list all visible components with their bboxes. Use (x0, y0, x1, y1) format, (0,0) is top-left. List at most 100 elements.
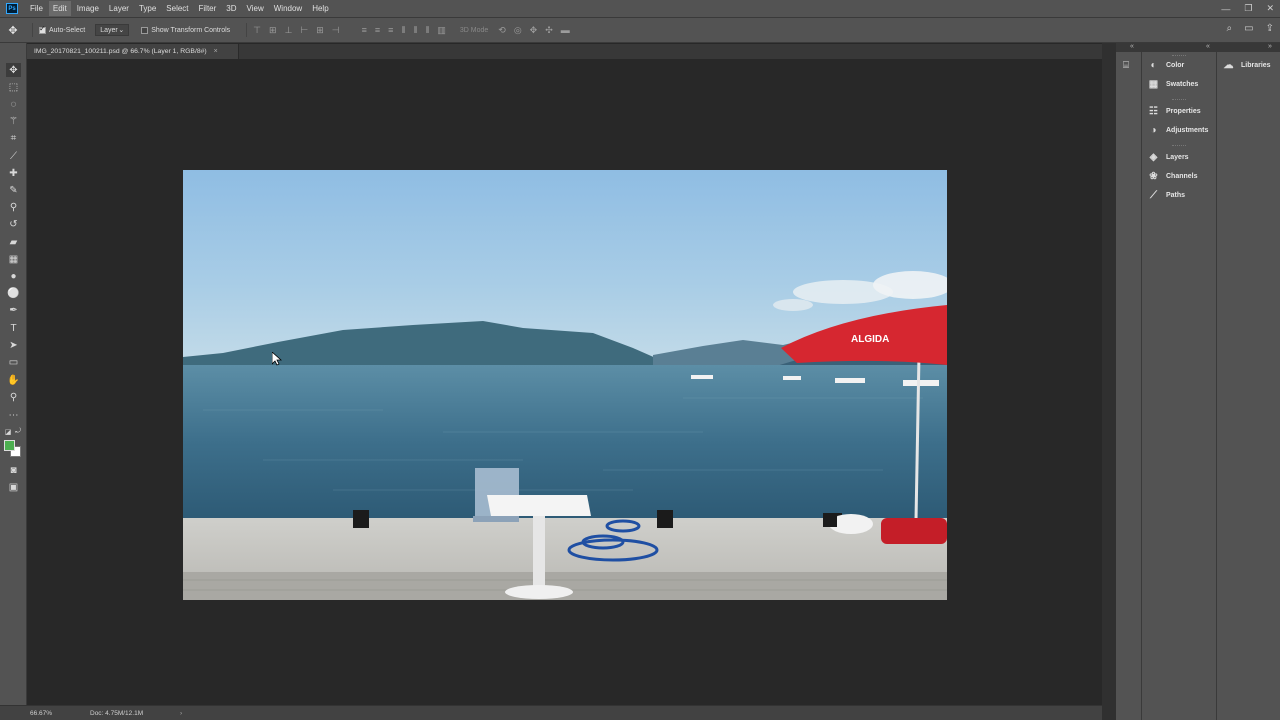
menu-3d[interactable]: 3D (222, 1, 240, 16)
menu-window[interactable]: Window (270, 1, 306, 16)
rectangle-tool-icon[interactable]: ▭ (6, 355, 21, 369)
history-brush-icon[interactable]: ↺ (6, 217, 21, 231)
panel-color[interactable]: ◐ Color (1148, 58, 1184, 72)
type-tool-icon[interactable]: T (6, 321, 21, 335)
move-tool-icon[interactable]: ✥ (6, 63, 21, 77)
panel-dock: ◐ Color ▦ Swatches ☷ Properties ◑ Adjust… (1142, 52, 1217, 720)
more-tools-icon[interactable]: ⋯ (6, 408, 21, 422)
brush-icon[interactable]: ✎ (6, 183, 21, 197)
restore-icon[interactable]: ❐ (1244, 3, 1252, 14)
magic-wand-icon[interactable]: ⚚ (6, 114, 21, 128)
show-transform-controls-checkbox[interactable]: Show Transform Controls (141, 26, 231, 34)
swatches-grid-icon: ▦ (1148, 78, 1159, 90)
pen-icon[interactable]: ✒ (6, 303, 21, 317)
eraser-icon[interactable]: ▰ (6, 235, 21, 249)
screen-mode-icon[interactable]: ▣ (6, 480, 21, 494)
menu-bar: Ps File Edit Image Layer Type Select Fil… (0, 0, 1280, 17)
mouse-cursor-icon (272, 352, 282, 366)
healing-brush-icon[interactable]: ✚ (6, 166, 21, 180)
panel-label: Properties (1166, 107, 1201, 115)
panel-libraries[interactable]: ☁ Libraries (1223, 58, 1271, 72)
menu-type[interactable]: Type (135, 1, 160, 16)
distribute-left-icon[interactable]: ⦀ (401, 25, 405, 36)
show-transform-controls-label: Show Transform Controls (151, 26, 231, 34)
distribute-right-icon[interactable]: ⦀ (425, 25, 429, 36)
search-icon[interactable]: ⌕ (1227, 23, 1233, 34)
move-tool-icon[interactable]: ✥ (0, 24, 26, 37)
menu-file[interactable]: File (26, 1, 47, 16)
options-bar: ✥ Auto-Select Layer ⌄ Show Transform Con… (0, 17, 1280, 43)
document-image[interactable]: ALGIDA (183, 170, 947, 600)
lasso-icon[interactable]: ◌ (6, 97, 21, 111)
panel-layers[interactable]: ◈ Layers (1148, 150, 1189, 164)
document-tab[interactable]: IMG_20170821_100211.psd @ 66.7% (Layer 1… (27, 44, 239, 59)
dodge-icon[interactable]: ⚪ (6, 286, 21, 300)
auto-select-target-dropdown[interactable]: Layer ⌄ (95, 24, 130, 36)
zoom-level-field[interactable]: 66.67% (30, 710, 58, 717)
panel-icon-strip: ⌸ (1116, 52, 1142, 720)
distribute-top-icon[interactable]: ≡ (362, 25, 367, 35)
swap-colors-icon[interactable]: ⤾ (13, 425, 23, 439)
auto-align-icon[interactable]: ▥ (437, 25, 446, 36)
status-bar: 66.67% Doc: 4.75M/12.1M › (0, 705, 1102, 720)
menu-edit[interactable]: Edit (48, 1, 71, 16)
quick-mask-icon[interactable]: ◙ (6, 463, 21, 477)
align-left-edges-icon[interactable]: ⊢ (300, 25, 308, 36)
history-panel-icon[interactable]: ⌸ (1123, 60, 1129, 71)
align-top-edges-icon[interactable]: ⊤ (253, 25, 261, 36)
panel-paths[interactable]: ⟋ Paths (1148, 188, 1185, 202)
foreground-color-swatch[interactable] (4, 440, 15, 451)
share-icon[interactable]: ⇪ (1266, 23, 1274, 34)
collapse-arrows-icon[interactable]: « (1130, 43, 1134, 50)
crop-icon[interactable]: ⌗ (6, 131, 21, 145)
panel-swatches[interactable]: ▦ Swatches (1148, 77, 1199, 91)
rectangular-marquee-icon[interactable]: ⬚ (6, 80, 21, 94)
panel-properties[interactable]: ☷ Properties (1148, 104, 1201, 118)
close-icon[interactable]: × (214, 48, 218, 55)
checkbox-checked-icon[interactable] (39, 24, 46, 34)
menu-select[interactable]: Select (162, 1, 192, 16)
panel-grip[interactable] (1172, 99, 1186, 100)
checkbox-unchecked-icon[interactable] (141, 26, 149, 34)
blur-icon[interactable]: ● (6, 269, 21, 283)
panel-channels[interactable]: ❀ Channels (1148, 169, 1197, 183)
menu-view[interactable]: View (243, 1, 268, 16)
distribute-bottom-icon[interactable]: ≡ (388, 25, 393, 35)
align-vertical-centers-icon[interactable]: ⊞ (269, 25, 277, 36)
3d-slide-icon[interactable]: ✣ (545, 25, 553, 36)
distribute-hcenter-icon[interactable]: ⦀ (413, 25, 417, 36)
auto-select-checkbox[interactable]: Auto-Select (39, 24, 85, 34)
harbor-photo: ALGIDA (183, 170, 947, 600)
zoom-icon[interactable]: ⚲ (6, 390, 21, 404)
status-menu-arrow[interactable]: › (180, 710, 182, 717)
workspace-icon[interactable]: ▭ (1244, 23, 1253, 34)
hand-icon[interactable]: ✋ (6, 373, 21, 387)
panel-adjustments[interactable]: ◑ Adjustments (1148, 123, 1208, 137)
path-selection-icon[interactable]: ➤ (6, 338, 21, 352)
3d-pan-icon[interactable]: ✥ (530, 25, 538, 36)
color-wheel-icon: ◐ (1150, 59, 1157, 71)
menu-filter[interactable]: Filter (195, 1, 221, 16)
align-right-edges-icon[interactable]: ⊣ (332, 25, 340, 36)
minimize-icon[interactable]: — (1221, 4, 1230, 14)
collapse-arrows-icon[interactable]: » (1268, 43, 1272, 50)
3d-roll-icon[interactable]: ◎ (514, 25, 522, 36)
eyedropper-icon[interactable]: ⟋ (6, 149, 21, 163)
3d-scale-icon[interactable]: ▬ (561, 25, 570, 35)
distribute-vcenter-icon[interactable]: ≡ (375, 25, 380, 35)
panel-grip[interactable] (1172, 145, 1186, 146)
align-bottom-edges-icon[interactable]: ⊥ (285, 25, 293, 36)
panel-grip[interactable] (1172, 55, 1186, 56)
align-horizontal-centers-icon[interactable]: ⊞ (316, 25, 324, 36)
clone-stamp-icon[interactable]: ⚲ (6, 200, 21, 214)
default-colors-icon[interactable]: ◪ (3, 425, 13, 439)
menu-image[interactable]: Image (73, 1, 103, 16)
collapse-arrows-icon[interactable]: « (1206, 43, 1210, 50)
3d-orbit-icon[interactable]: ⟲ (498, 25, 506, 36)
close-icon[interactable]: ✕ (1266, 3, 1274, 14)
menu-layer[interactable]: Layer (105, 1, 133, 16)
document-size: Doc: 4.75M/12.1M (90, 709, 144, 717)
menu-help[interactable]: Help (308, 1, 332, 16)
adjustments-icon: ◑ (1150, 124, 1157, 136)
gradient-icon[interactable]: ▦ (6, 252, 21, 266)
